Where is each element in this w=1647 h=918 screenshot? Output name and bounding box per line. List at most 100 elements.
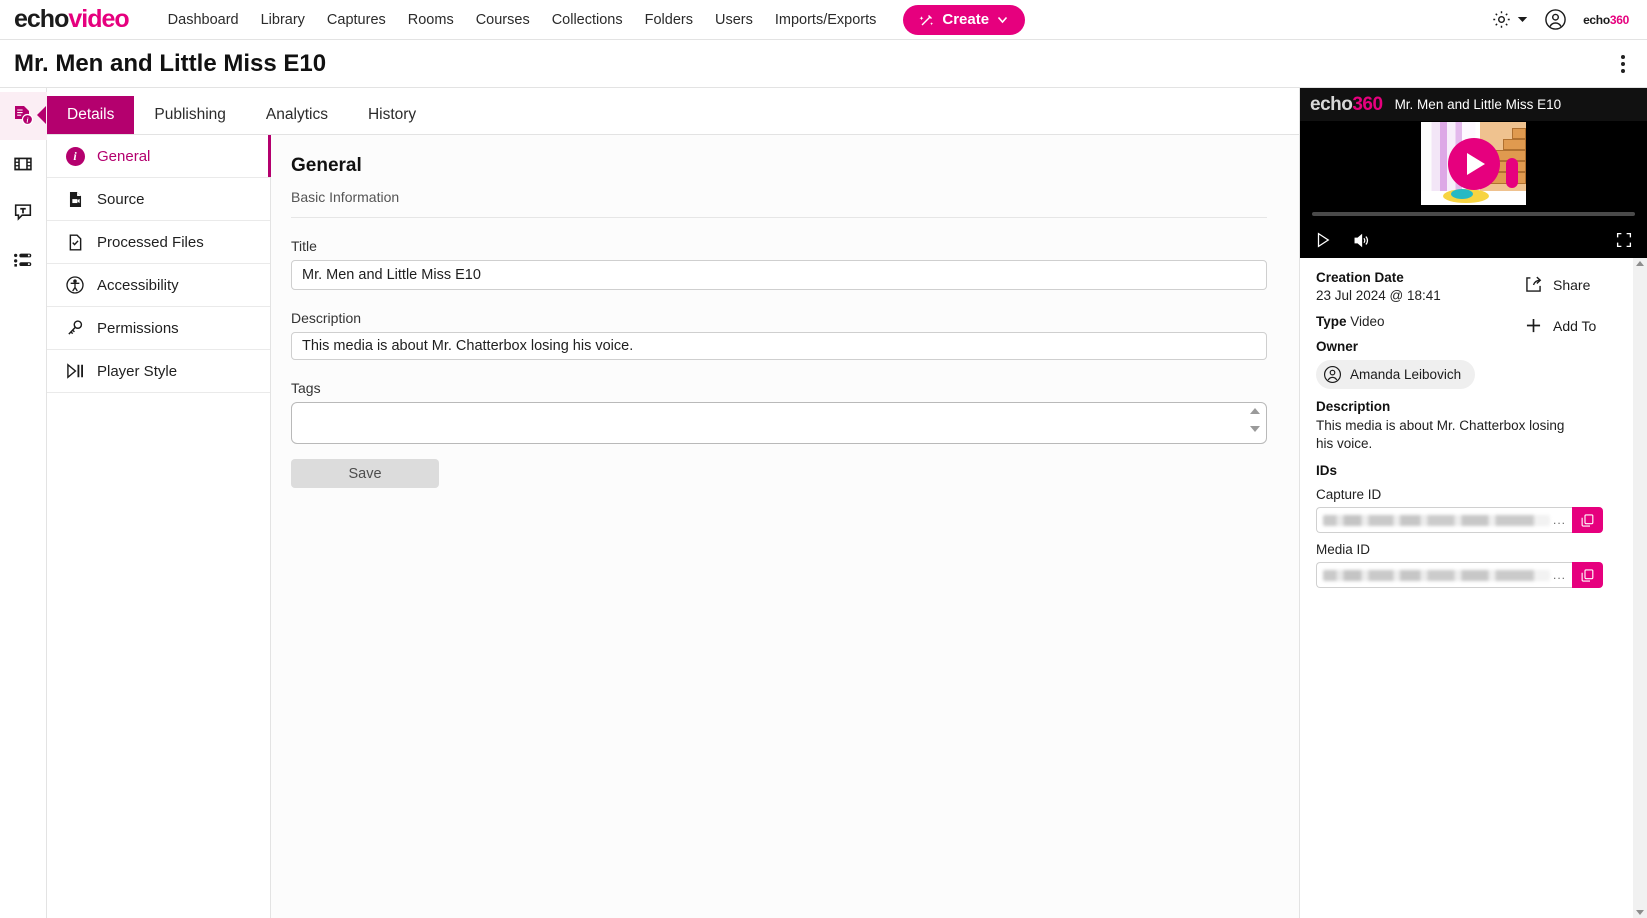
type-row: Type Video <box>1316 314 1523 329</box>
menu-item-accessibility[interactable]: Accessibility <box>47 264 270 307</box>
top-navigation-bar: echovideo Dashboard Library Captures Roo… <box>0 0 1647 40</box>
menu-item-permissions[interactable]: Permissions <box>47 307 270 350</box>
video-player: echo360 Mr. Men and Little Miss E10 <box>1300 88 1647 258</box>
application-window: echovideo Dashboard Library Captures Roo… <box>0 0 1647 918</box>
scrollbar-up-arrow-icon[interactable] <box>1636 261 1644 266</box>
capture-id-label: Capture ID <box>1316 487 1382 503</box>
menu-item-processed-files[interactable]: Processed Files <box>47 221 270 264</box>
media-metadata-panel: Creation Date 23 Jul 2024 @ 18:41 Type V… <box>1300 258 1647 918</box>
share-icon <box>1523 274 1544 295</box>
fullscreen-button[interactable] <box>1615 231 1633 249</box>
capture-id-field[interactable]: ... <box>1316 507 1572 534</box>
scrollbar-down-arrow-icon[interactable] <box>1636 910 1644 915</box>
general-settings-form: General Basic Information Title Descript… <box>271 135 1299 918</box>
type-value: Video <box>1350 314 1385 329</box>
collapse-panel-chevron-icon[interactable] <box>36 106 46 124</box>
share-button[interactable]: Share <box>1523 274 1631 295</box>
play-button[interactable] <box>1314 231 1332 249</box>
ids-label: IDs <box>1316 463 1338 479</box>
echo360-logo-echo: echo <box>1583 12 1610 27</box>
capture-id-redacted-value <box>1323 514 1550 526</box>
tags-input[interactable] <box>291 402 1267 444</box>
right-panel-scrollbar[interactable] <box>1633 258 1647 918</box>
rail-item-media[interactable] <box>0 140 47 188</box>
file-check-icon <box>65 233 85 252</box>
spinner-down-arrow-icon[interactable] <box>1250 426 1260 432</box>
player-title: Mr. Men and Little Miss E10 <box>1394 97 1562 112</box>
tab-details[interactable]: Details <box>47 96 135 134</box>
list-settings-icon <box>12 249 34 271</box>
progress-bar[interactable] <box>1312 212 1635 216</box>
player-logo-echo: echo <box>1310 93 1353 115</box>
video-viewport[interactable] <box>1300 121 1647 206</box>
player-echo360-logo: echo360 <box>1310 94 1383 116</box>
menu-item-general[interactable]: i General <box>47 135 271 178</box>
capture-id-ellipsis: ... <box>1552 513 1566 528</box>
nav-item-users[interactable]: Users <box>704 8 764 32</box>
player-header: echo360 Mr. Men and Little Miss E10 <box>1300 88 1647 121</box>
owner-chip[interactable]: Amanda Leibovich <box>1316 360 1476 389</box>
copy-capture-id-button[interactable] <box>1572 507 1603 534</box>
details-panes: i General Source Processed Files Accessi… <box>47 135 1299 918</box>
nav-item-rooms[interactable]: Rooms <box>397 8 465 32</box>
nav-item-library[interactable]: Library <box>250 8 316 32</box>
echo360-logo-number: 360 <box>1609 12 1629 27</box>
more-options-kebab-icon[interactable] <box>1613 49 1633 79</box>
menu-item-label: Accessibility <box>97 276 179 294</box>
form-heading: General <box>291 155 362 176</box>
owner-label: Owner <box>1316 339 1359 354</box>
nav-item-courses[interactable]: Courses <box>465 8 541 32</box>
play-pause-icon <box>65 361 85 381</box>
menu-item-source[interactable]: Source <box>47 178 270 221</box>
nav-item-folders[interactable]: Folders <box>634 8 704 32</box>
description-value: This media is about Mr. Chatterbox losin… <box>1316 418 1565 452</box>
content-column: Details Publishing Analytics History i G… <box>47 88 1300 918</box>
tags-field-wrapper <box>291 402 1267 444</box>
echo360-logo: echo360 <box>1583 13 1629 27</box>
description-input[interactable] <box>291 332 1267 360</box>
info-circle-icon: i <box>65 146 85 166</box>
left-icon-rail: i <box>0 88 47 918</box>
copy-media-id-button[interactable] <box>1572 562 1603 589</box>
menu-item-label: General <box>97 147 151 165</box>
spinner-up-arrow-icon[interactable] <box>1250 408 1260 414</box>
thumbnail-character-pink <box>1506 158 1518 188</box>
page-body: i Details Publishing Analytics History i… <box>0 88 1647 918</box>
nav-item-dashboard[interactable]: Dashboard <box>157 8 250 32</box>
tab-history[interactable]: History <box>348 96 436 134</box>
title-input[interactable] <box>291 260 1267 290</box>
tab-publishing[interactable]: Publishing <box>134 96 246 134</box>
add-to-button[interactable]: Add To <box>1523 315 1631 336</box>
thumbnail-character-blue <box>1451 189 1473 199</box>
rail-item-transcript[interactable] <box>0 188 47 236</box>
chevron-down-icon <box>996 13 1009 26</box>
metadata-top-row: Creation Date 23 Jul 2024 @ 18:41 Type V… <box>1316 270 1631 389</box>
document-info-icon: i <box>11 104 35 128</box>
nav-item-captures[interactable]: Captures <box>316 8 397 32</box>
primary-nav-items: Dashboard Library Captures Rooms Courses… <box>157 8 888 32</box>
tags-resize-spinner[interactable] <box>1250 408 1260 432</box>
echovideo-logo[interactable]: echovideo <box>14 5 130 34</box>
film-strip-icon <box>12 153 34 175</box>
media-id-field[interactable]: ... <box>1316 562 1572 589</box>
accessibility-icon <box>65 275 85 295</box>
share-label: Share <box>1553 276 1591 293</box>
rail-item-list-settings[interactable] <box>0 236 47 284</box>
tab-analytics[interactable]: Analytics <box>246 96 348 134</box>
nav-item-imports-exports[interactable]: Imports/Exports <box>764 8 888 32</box>
save-button[interactable]: Save <box>291 459 439 488</box>
create-button[interactable]: Create <box>903 4 1026 35</box>
nav-item-collections[interactable]: Collections <box>541 8 634 32</box>
page-title: Mr. Men and Little Miss E10 <box>14 49 327 77</box>
menu-item-player-style[interactable]: Player Style <box>47 350 270 393</box>
user-avatar-icon[interactable] <box>1544 8 1567 31</box>
volume-button[interactable] <box>1352 231 1371 250</box>
creation-date-value: 23 Jul 2024 @ 18:41 <box>1316 288 1441 303</box>
media-id-ellipsis: ... <box>1552 568 1566 583</box>
play-overlay-button[interactable] <box>1447 137 1500 190</box>
details-settings-menu: i General Source Processed Files Accessi… <box>47 135 271 918</box>
plus-icon <box>1523 315 1544 336</box>
rail-item-details[interactable]: i <box>0 92 47 140</box>
copy-icon <box>1580 513 1595 528</box>
settings-menu-button[interactable] <box>1491 9 1528 30</box>
